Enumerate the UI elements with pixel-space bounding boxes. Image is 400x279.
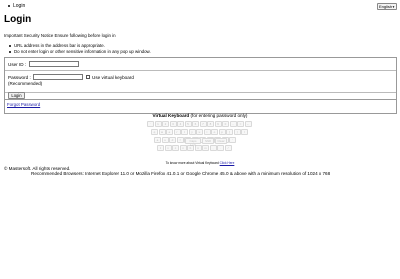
virtual-key[interactable]: v: [179, 145, 187, 151]
virtual-key[interactable]: 5: [184, 121, 192, 127]
virtual-key-shift[interactable]: Shift: [202, 138, 214, 144]
virtual-key[interactable]: 7: [199, 121, 207, 127]
language-selected-value: English: [379, 4, 393, 9]
forgot-password-row: [4, 99, 397, 114]
notice-item: Do not enter login or other sensitive in…: [9, 49, 151, 55]
virtual-key[interactable]: 0: [222, 121, 229, 127]
virtual-keyboard-title: Virtual Keyboard (for entering password …: [0, 113, 400, 118]
password-input[interactable]: [33, 74, 83, 80]
virtual-key[interactable]: x: [164, 145, 172, 151]
virtual-keyboard-help-link[interactable]: Click Here: [220, 161, 235, 165]
virtual-key[interactable]: ': [229, 137, 236, 143]
userid-label: User ID :: [8, 62, 27, 67]
password-row: Password : Use virtual keyboard (Recomme…: [5, 70, 396, 93]
password-label: Password :: [8, 75, 31, 80]
virtual-key[interactable]: c: [172, 145, 179, 151]
virtual-key[interactable]: ]: [233, 129, 241, 135]
virtual-key[interactable]: f: [176, 137, 184, 143]
virtual-key[interactable]: z: [157, 145, 164, 151]
virtual-keyboard-hint: To know more about Virtual Keyboard Clic…: [0, 161, 400, 165]
virtual-key[interactable]: t: [181, 129, 188, 135]
virtual-key[interactable]: s: [161, 137, 169, 143]
chevron-down-icon: ▼: [392, 5, 395, 9]
virtual-key[interactable]: /: [224, 145, 232, 151]
virtual-key[interactable]: 4: [177, 121, 184, 127]
virtual-key[interactable]: p: [218, 129, 226, 135]
virtual-key[interactable]: 1: [154, 121, 162, 127]
divider: [5, 92, 396, 93]
virtual-key[interactable]: q: [151, 129, 158, 135]
virtual-key[interactable]: a: [154, 137, 161, 143]
virtual-key[interactable]: y: [188, 129, 196, 135]
virtual-key[interactable]: ,: [209, 145, 217, 151]
page-title: Login: [4, 14, 32, 25]
virtual-key[interactable]: 6: [192, 121, 199, 127]
security-notice-list: URL address in the address bar is approp…: [9, 43, 151, 55]
virtual-key[interactable]: u: [196, 129, 203, 135]
virtual-key[interactable]: i: [203, 129, 211, 135]
virtual-key[interactable]: e: [166, 129, 173, 135]
login-button[interactable]: Login: [8, 92, 25, 99]
virtual-keyboard-hint-text: To know more about Virtual Keyboard: [165, 161, 219, 165]
virtual-key[interactable]: m: [202, 145, 209, 151]
virtual-key-caps-lock[interactable]: Caps Lock: [185, 138, 201, 147]
virtual-key-clear[interactable]: Clear: [215, 138, 227, 144]
virtual-keyboard-title-bold: Virtual Keyboard: [152, 113, 190, 118]
virtual-key[interactable]: 8: [207, 121, 214, 127]
virtual-key[interactable]: ←: [244, 121, 252, 127]
virtual-key[interactable]: 9: [214, 121, 222, 127]
forgot-password-link[interactable]: Forgot Password: [7, 102, 40, 107]
virtual-key[interactable]: 2: [162, 121, 169, 127]
virtual-key[interactable]: `: [147, 121, 154, 127]
virtual-keyboard-checkbox[interactable]: [86, 75, 90, 79]
virtual-key[interactable]: \: [241, 129, 248, 135]
virtual-key[interactable]: o: [211, 129, 218, 135]
virtual-keyboard-label: Use virtual keyboard: [92, 75, 134, 80]
virtual-key[interactable]: =: [237, 121, 244, 127]
virtual-key[interactable]: d: [169, 137, 176, 143]
virtual-key[interactable]: 3: [169, 121, 177, 127]
virtual-keyboard: `1234567890-=←qwertyuiop[]\asdfghjkl;'zx…: [145, 121, 252, 163]
nav-login-link[interactable]: Login: [13, 3, 25, 9]
language-select[interactable]: English ▼: [377, 3, 397, 10]
nav-bullet: [8, 4, 10, 7]
top-nav: Login: [8, 3, 25, 9]
recommended-label: (Recommended): [8, 81, 43, 86]
userid-input[interactable]: [29, 61, 79, 67]
virtual-key[interactable]: r: [173, 129, 181, 135]
virtual-key[interactable]: .: [217, 145, 224, 151]
virtual-keyboard-title-rest: (for entering password only): [189, 113, 248, 118]
security-notice-heading: Important Security Notice Ensure followi…: [4, 33, 116, 38]
virtual-key[interactable]: -: [229, 121, 237, 127]
virtual-key[interactable]: w: [158, 129, 166, 135]
recommended-browsers-text: Recommended Browsers: Internet Explorer …: [31, 171, 331, 176]
virtual-key[interactable]: [: [226, 129, 233, 135]
